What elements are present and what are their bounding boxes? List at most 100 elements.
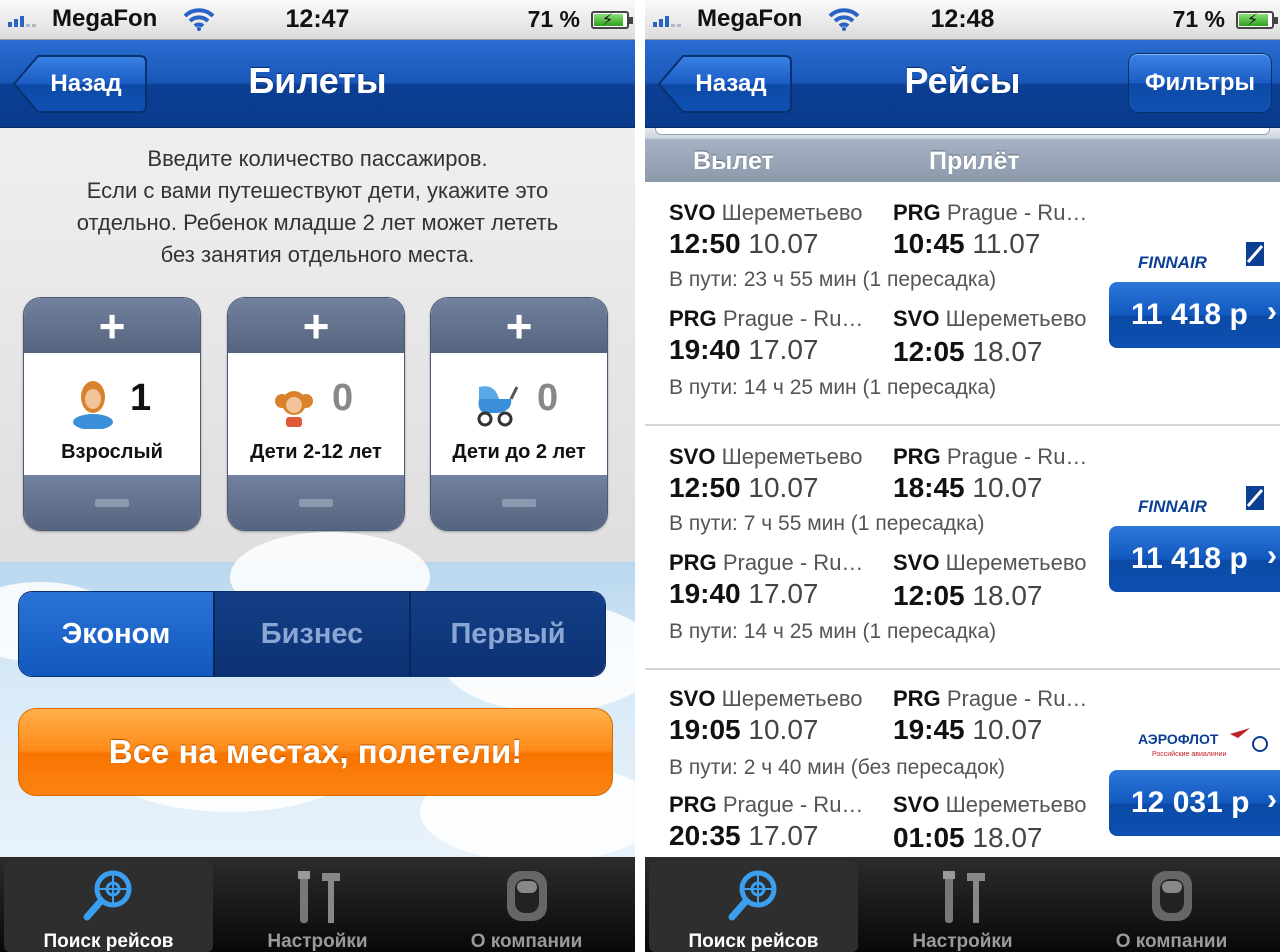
tab-search-label: Поиск рейсов	[688, 931, 819, 952]
child-label: Дети 2-12 лет	[250, 441, 382, 463]
minus-icon	[299, 498, 333, 507]
tab-settings-label: Настройки	[912, 931, 1013, 952]
tab-settings[interactable]: Настройки	[858, 861, 1067, 952]
out-arrival-time: 10:45 11.07	[893, 228, 1040, 260]
decrease-infant-button[interactable]	[431, 475, 607, 530]
airport-name: Шереметьево	[721, 686, 863, 711]
date: 17.07	[748, 334, 819, 365]
status-bar: MegaFon 12:48 71 % ⚡	[645, 0, 1280, 40]
battery-percent: 71 %	[1172, 6, 1225, 32]
airport-code: PRG	[893, 200, 941, 225]
time: 12:05	[893, 580, 965, 611]
airline-subtitle: Российские авиалинии	[1152, 750, 1227, 758]
tickets-screen: MegaFon 12:47 71 % ⚡ Назад Билеты Введит…	[0, 0, 635, 952]
flight-row[interactable]: SVO Шереметьево PRG Prague - Ru… 12:50 1…	[645, 426, 1280, 670]
ret-departure-time: 20:35 17.07	[669, 820, 818, 852]
battery-icon: ⚡	[1236, 11, 1278, 29]
time: 19:05	[669, 714, 741, 745]
increase-infant-button[interactable]: +	[431, 298, 607, 353]
price-button[interactable]: 11 418 р	[1109, 282, 1280, 348]
airport-name: Prague - Ru…	[722, 550, 864, 575]
airplane-window-icon	[1151, 871, 1192, 921]
price-button[interactable]: 12 031 р	[1109, 770, 1280, 836]
battery-icon: ⚡	[591, 11, 633, 29]
intro-line: Если с вами путешествуют дети, укажите э…	[86, 178, 549, 203]
ret-departure-time: 19:40 17.07	[669, 334, 818, 366]
finnair-logo: FINNAIR	[1138, 242, 1264, 272]
increase-adult-button[interactable]: +	[24, 298, 200, 353]
class-first-tab[interactable]: Первый	[409, 592, 605, 676]
ret-departure-time: 19:40 17.07	[669, 578, 818, 610]
airport-code: PRG	[893, 686, 941, 711]
airport-code: PRG	[669, 550, 717, 575]
tab-about[interactable]: О компании	[422, 861, 631, 952]
tab-search[interactable]: Поиск рейсов	[649, 861, 858, 952]
date: 18.07	[972, 336, 1043, 367]
decrease-adult-button[interactable]	[24, 475, 200, 530]
airport-name: Prague - Ru…	[946, 444, 1088, 469]
airport-name: Шереметьево	[721, 200, 863, 225]
decrease-child-button[interactable]	[228, 475, 404, 530]
out-from: SVO Шереметьево	[669, 686, 863, 712]
nav-bar: Назад Билеты	[0, 40, 635, 128]
tools-icon	[942, 871, 985, 923]
ret-to: SVO Шереметьево	[893, 550, 1087, 576]
tab-settings[interactable]: Настройки	[213, 861, 422, 952]
airport-code: SVO	[893, 792, 940, 817]
increase-child-button[interactable]: +	[228, 298, 404, 353]
out-departure-time: 12:50 10.07	[669, 228, 818, 260]
time: 12:50	[669, 472, 741, 503]
date: 10.07	[748, 228, 819, 259]
out-arrival-time: 19:45 10.07	[893, 714, 1042, 746]
passenger-adult-value: 1 Взрослый	[24, 353, 200, 477]
flights-screen: MegaFon 12:48 71 % ⚡ Назад Рейсы Фильтры…	[645, 0, 1280, 952]
out-duration: В пути: 2 ч 40 мин (без пересадок)	[669, 756, 1005, 779]
airport-name: Prague - Ru…	[722, 306, 864, 331]
status-bar: MegaFon 12:47 71 % ⚡	[0, 0, 635, 40]
date: 11.07	[972, 228, 1041, 259]
airport-code: SVO	[893, 306, 940, 331]
filters-button[interactable]: Фильтры	[1128, 53, 1272, 113]
ret-from: PRG Prague - Ru…	[669, 306, 863, 332]
flight-row[interactable]: SVO Шереметьево PRG Prague - Ru… 12:50 1…	[645, 182, 1280, 426]
ret-arrival-time: 12:05 18.07	[893, 336, 1042, 368]
tab-search[interactable]: Поиск рейсов	[4, 861, 213, 952]
date: 17.07	[748, 820, 819, 851]
out-duration: В пути: 23 ч 55 мин (1 пересадка)	[669, 268, 997, 291]
minus-icon	[95, 498, 129, 507]
departure-column-label: Вылет	[693, 147, 774, 175]
battery-percent: 71 %	[527, 6, 580, 32]
intro-text: Введите количество пассажиров. Если с ва…	[20, 143, 615, 271]
adult-icon	[73, 381, 113, 429]
airport-name: Шереметьево	[945, 550, 1087, 575]
airport-name: Шереметьево	[945, 792, 1087, 817]
tab-about[interactable]: О компании	[1067, 861, 1276, 952]
airport-code: PRG	[893, 444, 941, 469]
class-economy-tab[interactable]: Эконом	[19, 592, 213, 676]
out-to: PRG Prague - Ru…	[893, 200, 1087, 226]
child-count: 0	[332, 377, 354, 419]
ret-to: SVO Шереметьево	[893, 792, 1087, 818]
intro-line: Введите количество пассажиров.	[147, 146, 488, 171]
search-icon	[728, 870, 776, 921]
tab-search-label: Поиск рейсов	[43, 931, 174, 952]
plus-icon: +	[98, 299, 126, 352]
time: 10:45	[893, 228, 965, 259]
intro-line: без занятия отдельного места.	[160, 242, 475, 267]
date: 17.07	[748, 578, 819, 609]
class-business-tab[interactable]: Бизнес	[213, 592, 409, 676]
airport-code: SVO	[669, 200, 716, 225]
out-from: SVO Шереметьево	[669, 200, 863, 226]
airport-code: SVO	[669, 686, 716, 711]
time: 19:45	[893, 714, 965, 745]
time: 12:50	[669, 228, 741, 259]
ret-arrival-time: 01:05 18.07	[893, 822, 1042, 854]
price-button[interactable]: 11 418 р	[1109, 526, 1280, 592]
adult-label: Взрослый	[61, 441, 163, 463]
time: 01:05	[893, 822, 965, 853]
ret-from: PRG Prague - Ru…	[669, 792, 863, 818]
airplane-window-icon	[506, 871, 547, 921]
search-flights-button[interactable]: Все на местах, полетели!	[18, 708, 613, 796]
stroller-icon	[477, 386, 519, 427]
infant-label: Дети до 2 лет	[452, 441, 586, 463]
